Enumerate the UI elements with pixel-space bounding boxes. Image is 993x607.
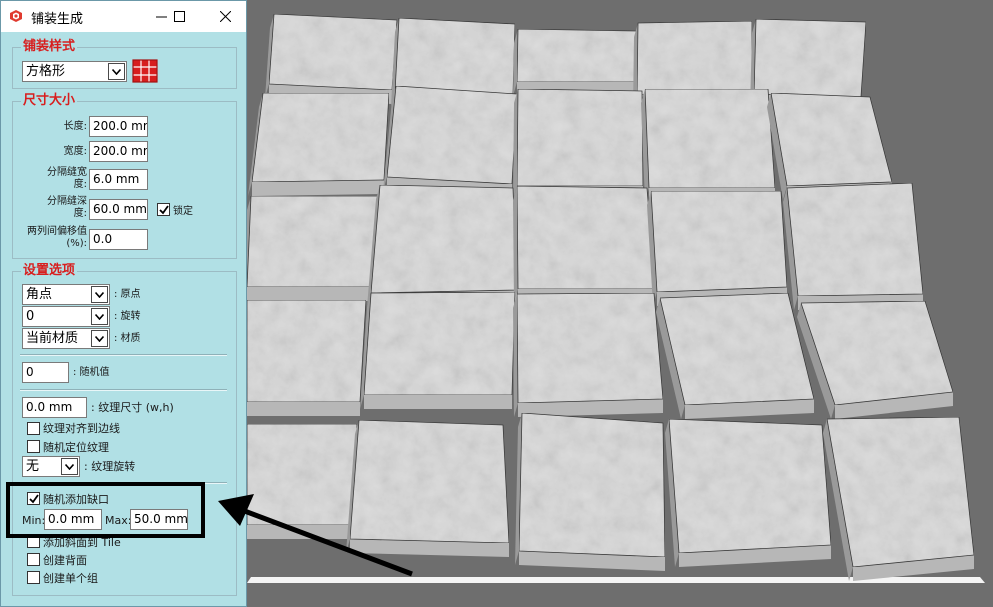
- group-title-style: 铺装样式: [21, 39, 78, 54]
- paving-tile: [644, 88, 776, 189]
- lock-label: 锁定: [173, 206, 193, 217]
- random-texture-label: 随机定位纹理: [43, 441, 109, 454]
- align-texture-checkbox[interactable]: [27, 422, 40, 435]
- single-group-label: 创建单个组: [43, 572, 98, 585]
- texture-size-label: : 纹理尺寸 (w,h): [91, 401, 174, 414]
- group-title-options: 设置选项: [21, 263, 78, 278]
- paving-tile: [247, 299, 367, 403]
- paving-tile: [394, 17, 516, 96]
- paving-tile: [268, 13, 398, 91]
- backface-checkbox[interactable]: [27, 553, 40, 566]
- origin-select[interactable]: 角点: [22, 284, 110, 305]
- highlight-callout-box: [6, 482, 205, 538]
- chevron-down-icon: [108, 63, 125, 80]
- paving-tile: [786, 182, 924, 297]
- random-texture-checkbox[interactable]: [27, 440, 40, 453]
- tile-side-face: [364, 395, 512, 409]
- rotation-label: : 旋转: [114, 311, 141, 322]
- close-button[interactable]: [208, 1, 242, 32]
- rotation-select[interactable]: 0: [22, 306, 110, 327]
- material-label: : 材质: [114, 333, 141, 344]
- offset-label: 两列间偏移值(%):: [27, 226, 87, 249]
- paving-tile: [826, 416, 975, 568]
- paving-tile: [370, 184, 518, 294]
- separator: [20, 354, 227, 356]
- maximize-button[interactable]: [162, 1, 196, 32]
- offset-input[interactable]: 0.0: [89, 229, 148, 250]
- separator: [20, 389, 227, 391]
- chevron-down-icon: [61, 458, 78, 475]
- paving-tile: [770, 92, 893, 187]
- tile-side-face: [247, 402, 360, 416]
- random-value-label: : 随机值: [73, 367, 110, 378]
- title-bar[interactable]: 铺装生成: [1, 1, 246, 32]
- gap-depth-label: 分隔缝深度:: [47, 196, 87, 219]
- paving-tile: [650, 190, 788, 293]
- close-icon: [219, 11, 231, 22]
- texture-size-input[interactable]: 0.0 mm: [22, 397, 87, 418]
- gap-width-label: 分隔缝宽度:: [47, 167, 87, 190]
- texture-rotation-select[interactable]: 无: [22, 456, 80, 477]
- material-select[interactable]: 当前材质: [22, 328, 110, 349]
- rotation-select-value: 0: [26, 309, 35, 324]
- maximize-icon: [173, 11, 185, 22]
- paving-tile: [753, 18, 867, 98]
- paving-tile: [247, 195, 379, 288]
- chevron-down-icon: [91, 286, 108, 303]
- pattern-preview-icon: [132, 59, 158, 83]
- arrow-pointer: [218, 494, 413, 577]
- paving-tile: [518, 412, 666, 558]
- width-label: 宽度:: [63, 146, 87, 157]
- tile-side-face: [247, 287, 378, 301]
- paving-tile: [363, 291, 516, 396]
- paving-tile: [516, 292, 664, 404]
- gap-depth-input[interactable]: 60.0 mm: [89, 199, 148, 220]
- width-input[interactable]: 200.0 mm: [89, 141, 148, 162]
- pattern-select-value: 方格形: [26, 64, 66, 79]
- length-label: 长度:: [63, 121, 87, 132]
- paving-tile: [636, 20, 753, 96]
- checkmark-icon: [158, 204, 169, 214]
- material-select-value: 当前材质: [26, 331, 79, 346]
- length-input[interactable]: 200.0 mm: [89, 116, 148, 137]
- origin-select-value: 角点: [26, 287, 53, 302]
- app-logo-icon: [10, 10, 22, 22]
- paving-tile: [386, 85, 518, 185]
- align-texture-label: 纹理对齐到边线: [43, 422, 120, 435]
- random-value-input[interactable]: 0: [22, 362, 69, 383]
- pattern-select[interactable]: 方格形: [22, 61, 127, 82]
- group-title-size: 尺寸大小: [21, 93, 78, 108]
- window-title: 铺装生成: [31, 12, 84, 27]
- chevron-down-icon: [91, 308, 108, 325]
- chevron-down-icon: [91, 330, 108, 347]
- paving-tile: [251, 92, 390, 183]
- paving-tile: [516, 28, 637, 83]
- paving-tile: [659, 292, 815, 406]
- paving-tile: [516, 88, 644, 187]
- single-group-checkbox[interactable]: [27, 571, 40, 584]
- origin-label: : 原点: [114, 289, 141, 300]
- backface-label: 创建背面: [43, 554, 87, 567]
- paving-tile: [668, 418, 832, 554]
- texture-rotation-label: : 纹理旋转: [84, 460, 136, 473]
- lock-checkbox[interactable]: [157, 203, 170, 216]
- texture-rotation-select-value: 无: [26, 459, 40, 474]
- paving-tile: [516, 185, 656, 290]
- gap-width-input[interactable]: 6.0 mm: [89, 169, 148, 190]
- tile-side-face: [252, 180, 384, 196]
